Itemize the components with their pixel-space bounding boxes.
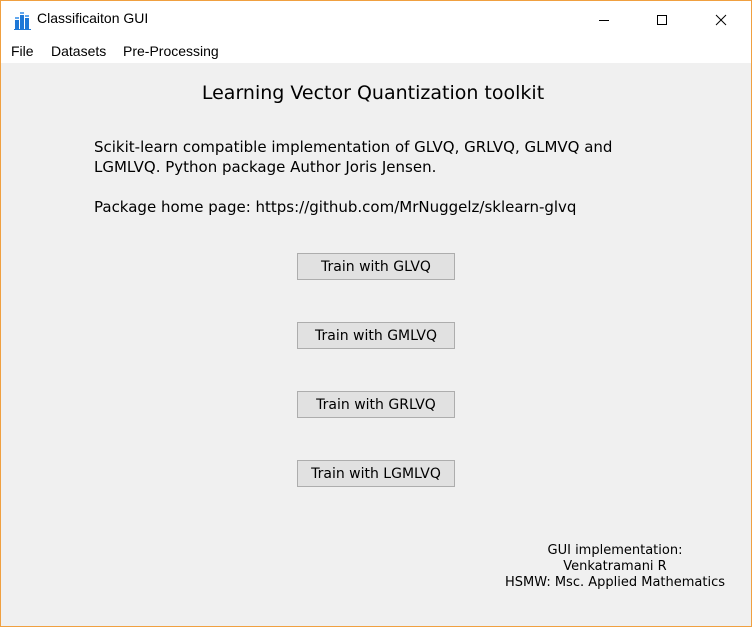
menu-pre-processing[interactable]: Pre-Processing: [123, 43, 219, 59]
menu-datasets[interactable]: Datasets: [51, 43, 106, 59]
minimize-icon: [599, 20, 609, 21]
page-title: Learning Vector Quantization toolkit: [201, 82, 545, 104]
maximize-button[interactable]: [639, 1, 685, 39]
description-line-1: Scikit-learn compatible implementation o…: [94, 138, 613, 156]
title-bar[interactable]: Classificaiton GUI: [1, 1, 751, 39]
credits: GUI implementation: Venkatramani R HSMW:…: [481, 543, 749, 591]
package-homepage: Package home page: https://github.com/Mr…: [94, 198, 577, 216]
credits-affiliation: HSMW: Msc. Applied Mathematics: [504, 575, 726, 590]
menu-bar: File Datasets Pre-Processing: [1, 39, 751, 63]
description: Scikit-learn compatible implementation o…: [94, 137, 694, 217]
credits-author: Venkatramani R: [563, 559, 667, 574]
minimize-button[interactable]: [581, 1, 627, 39]
train-gmlvq-button[interactable]: Train with GMLVQ: [297, 322, 455, 349]
train-lgmlvq-button[interactable]: Train with LGMLVQ: [297, 460, 455, 487]
description-line-2: LGMLVQ. Python package Author Joris Jens…: [94, 158, 437, 176]
menu-file[interactable]: File: [11, 43, 34, 59]
credits-heading: GUI implementation:: [547, 543, 683, 558]
bar-chart-icon: [14, 11, 34, 31]
close-button[interactable]: [698, 1, 744, 39]
maximize-icon: [657, 15, 667, 25]
main-panel: Learning Vector Quantization toolkit Sci…: [1, 63, 751, 626]
train-glvq-button[interactable]: Train with GLVQ: [297, 253, 455, 280]
window-title: Classificaiton GUI: [37, 10, 149, 26]
app-window: Classificaiton GUI File Datasets Pre-Pro…: [0, 0, 752, 627]
train-grlvq-button[interactable]: Train with GRLVQ: [297, 391, 455, 418]
close-icon: [715, 14, 727, 26]
